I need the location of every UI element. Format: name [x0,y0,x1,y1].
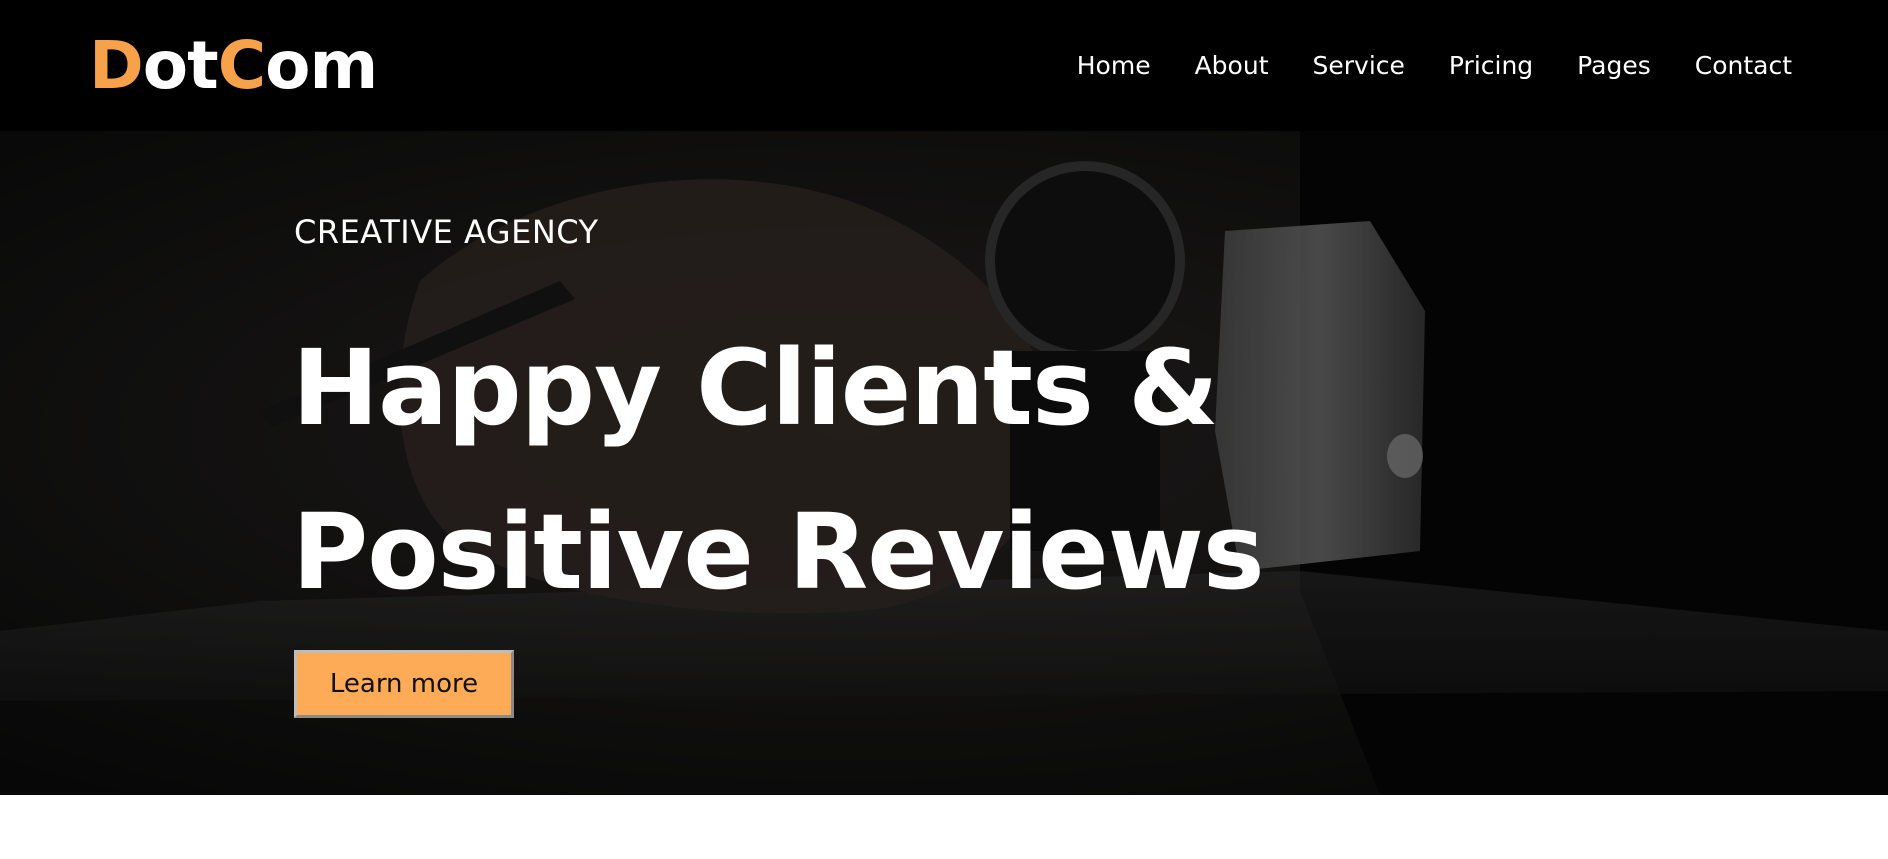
nav-link-home[interactable]: Home [1077,44,1151,88]
logo-letter-d: D [89,27,144,104]
nav-link-about[interactable]: About [1195,44,1269,88]
nav-link-pages[interactable]: Pages [1577,44,1651,88]
hero-headline: Happy Clients & Positive Reviews [292,306,1265,634]
hero-headline-line-2: Positive Reviews [292,491,1265,613]
logo-text-ot: ot [142,27,219,104]
hero-eyebrow: CREATIVE AGENCY [294,213,599,251]
hero-section: CREATIVE AGENCY Happy Clients & Positive… [0,131,1888,795]
nav-link-pricing[interactable]: Pricing [1449,44,1533,88]
nav-link-contact[interactable]: Contact [1695,44,1792,88]
hero-headline-line-1: Happy Clients & [292,327,1219,449]
main-nav: Home About Service Pricing Pages Contact [1033,44,1792,88]
brand-logo[interactable]: DotCom [89,26,378,106]
logo-text-om: om [265,27,378,104]
logo-letter-c: C [217,27,266,104]
navbar: DotCom Home About Service Pricing Pages … [0,0,1888,131]
learn-more-button[interactable]: Learn more [294,650,514,718]
nav-link-service[interactable]: Service [1313,44,1405,88]
